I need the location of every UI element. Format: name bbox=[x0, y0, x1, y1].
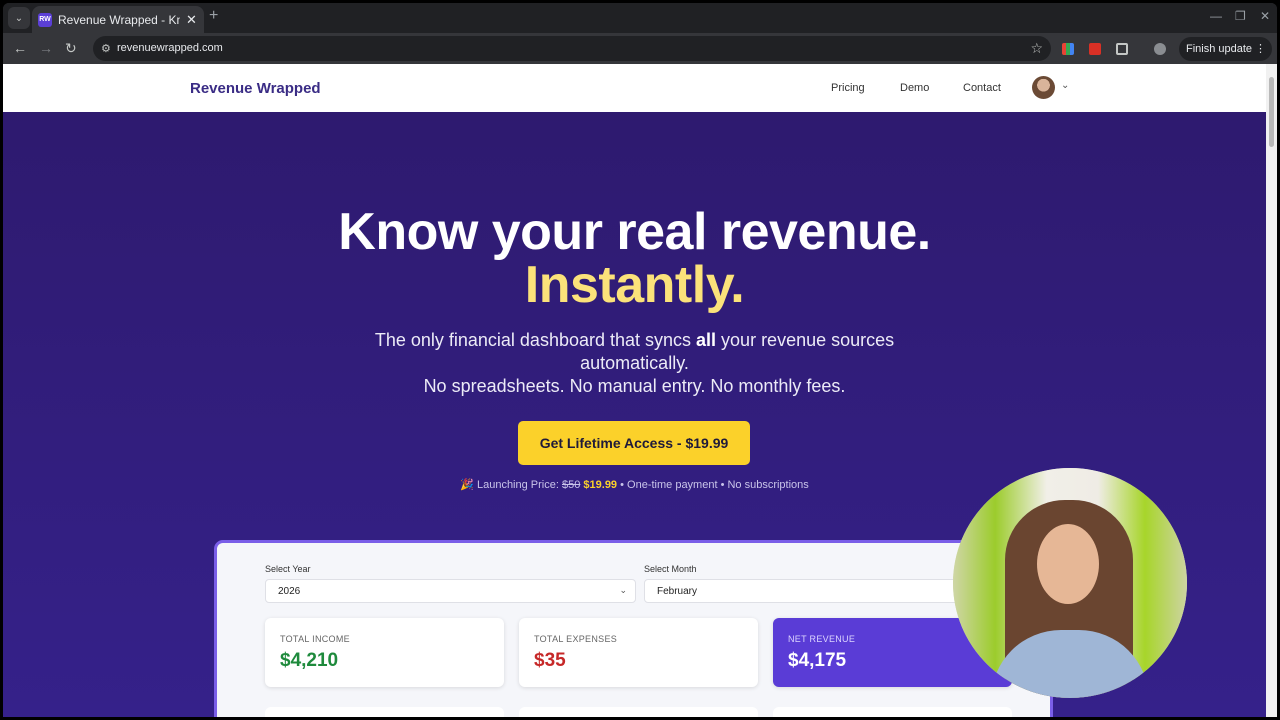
address-bar[interactable]: ⚙ revenuewrapped.com ☆ bbox=[93, 36, 1051, 61]
new-price: $19.99 bbox=[583, 479, 618, 491]
hero-headline-accent: Instantly. bbox=[524, 256, 745, 314]
old-price: $50 bbox=[561, 479, 581, 491]
tab-strip: ⌄ RW Revenue Wrapped - Know ✕ + — ❐ ✕ bbox=[3, 3, 1277, 33]
card-value: $4,210 bbox=[280, 650, 339, 671]
presenter-face bbox=[1037, 524, 1099, 604]
minimize-icon[interactable]: — bbox=[1210, 9, 1222, 23]
finish-update-button[interactable]: Finish update ⋮ bbox=[1179, 37, 1272, 61]
chevron-down-icon[interactable]: ⌄ bbox=[1061, 80, 1069, 91]
finish-update-label: Finish update bbox=[1186, 43, 1253, 55]
hero-subtitle-line1: The only financial dashboard that syncs … bbox=[3, 330, 1266, 351]
nav-link-contact[interactable]: Contact bbox=[963, 82, 1001, 94]
card-label: TOTAL INCOME bbox=[280, 634, 350, 644]
window-close-icon[interactable]: ✕ bbox=[1260, 9, 1270, 23]
browser-tab[interactable]: RW Revenue Wrapped - Know ✕ bbox=[32, 6, 204, 33]
card-label: NET REVENUE bbox=[788, 634, 856, 644]
dashboard-card-partial bbox=[773, 707, 1012, 717]
dashboard-card-partial bbox=[265, 707, 504, 717]
brand-logo[interactable]: Revenue Wrapped bbox=[190, 80, 321, 97]
site-favicon-icon: RW bbox=[38, 12, 52, 27]
chevron-down-icon: ⌄ bbox=[619, 585, 627, 595]
party-emoji-icon: 🎉 bbox=[460, 479, 474, 491]
page-scrollbar[interactable] bbox=[1266, 64, 1277, 717]
select-year-label: Select Year bbox=[265, 564, 311, 574]
extension-colors-icon[interactable] bbox=[1062, 43, 1074, 55]
select-month-label: Select Month bbox=[644, 564, 697, 574]
card-value: $35 bbox=[534, 650, 566, 671]
total-expenses-card: TOTAL EXPENSES $35 bbox=[519, 618, 758, 687]
profile-icon[interactable] bbox=[1154, 43, 1166, 55]
site-info-icon[interactable]: ⚙ bbox=[101, 42, 111, 55]
dashboard-card-partial bbox=[519, 707, 758, 717]
back-icon[interactable]: ← bbox=[13, 40, 27, 56]
card-value: $4,175 bbox=[788, 650, 847, 671]
year-value: 2026 bbox=[278, 586, 301, 597]
browser-toolbar: ← → ↻ ⚙ revenuewrapped.com ☆ Finish upda… bbox=[3, 33, 1277, 64]
reload-icon[interactable]: ↻ bbox=[65, 40, 77, 57]
get-lifetime-access-button[interactable]: Get Lifetime Access - $19.99 bbox=[518, 421, 750, 465]
hero-subtitle-line2: automatically. bbox=[580, 353, 689, 373]
nav-link-pricing[interactable]: Pricing bbox=[831, 82, 865, 94]
menu-dots-icon[interactable]: ⋮ bbox=[1255, 42, 1266, 55]
dashboard-preview: Select Year 2026 ⌄ Select Month February… bbox=[214, 540, 1053, 717]
hero-subtitle-line3: No spreadsheets. No manual entry. No mon… bbox=[423, 376, 846, 396]
new-tab-icon[interactable]: + bbox=[209, 7, 218, 25]
url-text: revenuewrapped.com bbox=[117, 42, 223, 54]
browser-chrome: ⌄ RW Revenue Wrapped - Know ✕ + — ❐ ✕ ← … bbox=[3, 3, 1277, 64]
scrollbar-thumb[interactable] bbox=[1269, 77, 1274, 147]
forward-icon[interactable]: → bbox=[39, 40, 53, 56]
card-label: TOTAL EXPENSES bbox=[534, 634, 618, 644]
subtitle-text: The only financial dashboard that syncs bbox=[374, 330, 697, 350]
bookmark-star-icon[interactable]: ☆ bbox=[1030, 40, 1043, 57]
launch-tail: • One-time payment • No subscriptions bbox=[620, 479, 809, 491]
year-select[interactable]: 2026 ⌄ bbox=[265, 579, 636, 603]
tab-title: Revenue Wrapped - Know bbox=[58, 12, 180, 27]
extension-red-icon[interactable] bbox=[1089, 43, 1101, 55]
presenter-webcam-overlay bbox=[953, 468, 1187, 698]
total-income-card: TOTAL INCOME $4,210 bbox=[265, 618, 504, 687]
extensions-puzzle-icon[interactable] bbox=[1116, 43, 1128, 55]
tab-search-icon[interactable]: ⌄ bbox=[8, 7, 30, 29]
subtitle-text: your revenue sources bbox=[716, 330, 895, 350]
maximize-icon[interactable]: ❐ bbox=[1235, 9, 1246, 23]
hero-headline: Know your real revenue. bbox=[338, 203, 931, 261]
subtitle-emphasis: all bbox=[696, 330, 717, 350]
launch-label: Launching Price: bbox=[476, 479, 559, 491]
month-value: February bbox=[657, 586, 698, 597]
nav-link-demo[interactable]: Demo bbox=[900, 82, 929, 94]
user-avatar[interactable] bbox=[1032, 76, 1055, 99]
site-header: Revenue Wrapped Pricing Demo Contact ⌄ bbox=[3, 64, 1266, 112]
tab-close-icon[interactable]: ✕ bbox=[186, 12, 197, 28]
